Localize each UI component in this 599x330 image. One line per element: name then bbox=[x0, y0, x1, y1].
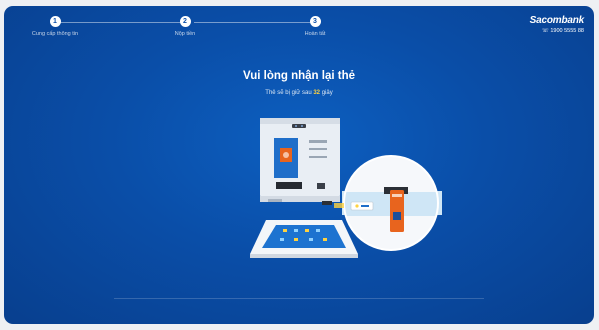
atm-top bbox=[260, 118, 340, 124]
footer-divider bbox=[114, 298, 484, 299]
touchpad bbox=[262, 225, 346, 248]
pointer-indicator bbox=[334, 203, 344, 208]
card-slot bbox=[322, 201, 332, 205]
atm-screen: 1 Cung cấp thông tin 2 Nộp tiền 3 Hoàn t… bbox=[4, 6, 594, 324]
cash-slot bbox=[276, 182, 302, 189]
receipt-slot bbox=[309, 140, 327, 143]
camera-icon bbox=[292, 124, 306, 128]
atm-illustration bbox=[250, 118, 442, 258]
